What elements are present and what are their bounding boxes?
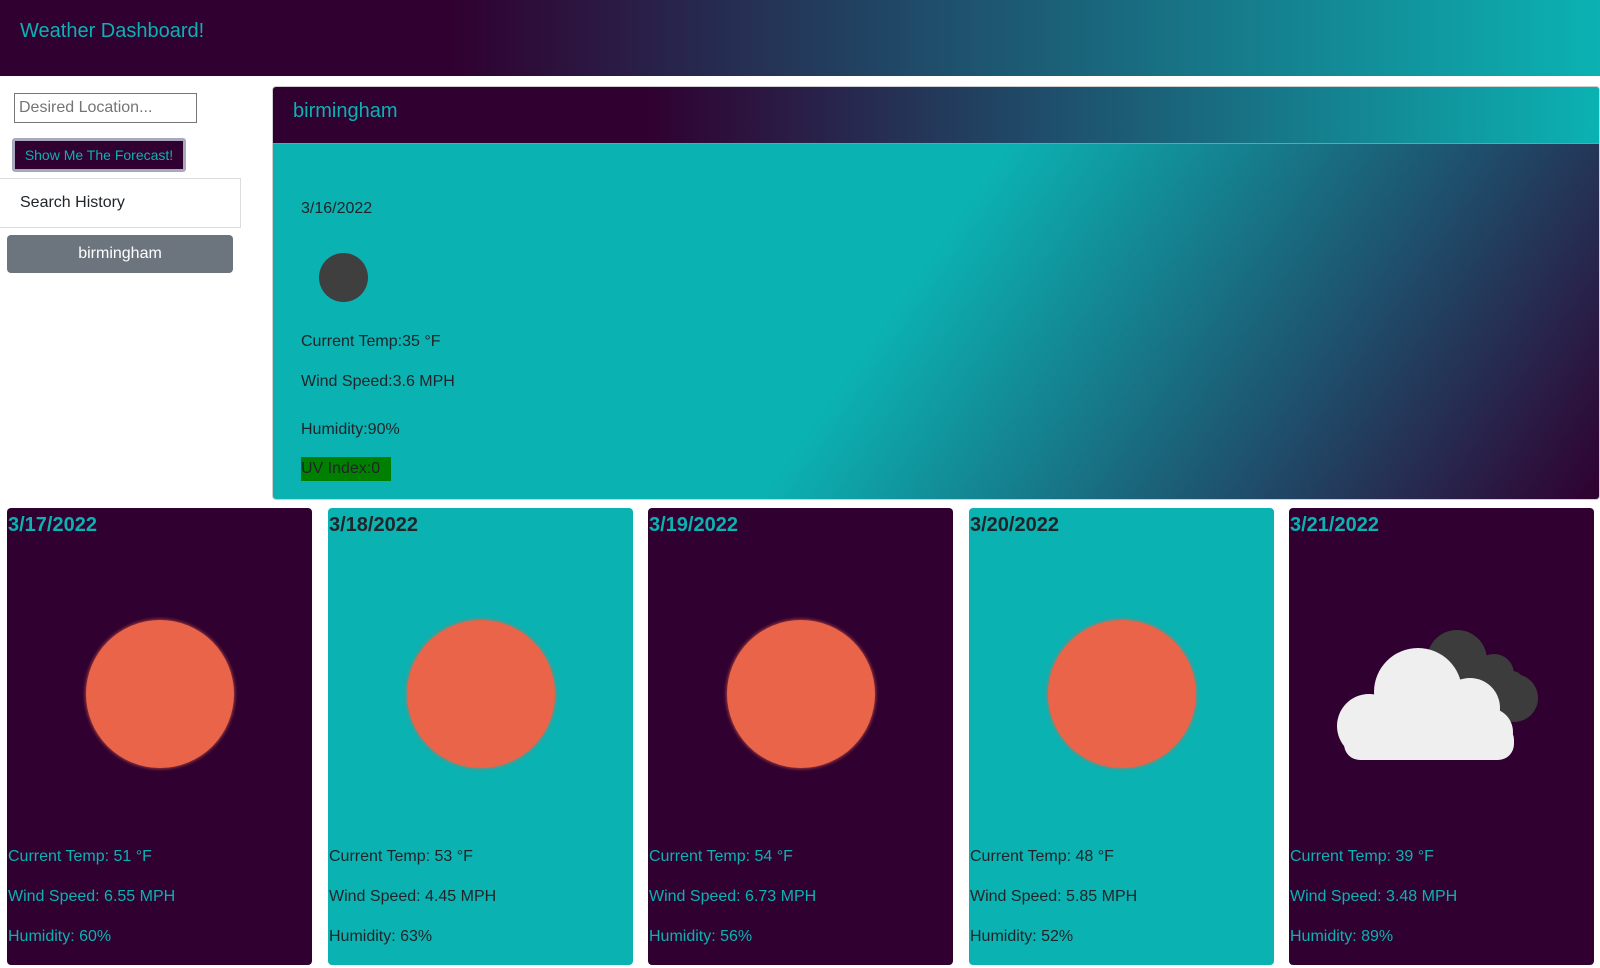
sun-icon: [407, 620, 555, 768]
search-history-panel: Search History: [0, 178, 241, 228]
forecast-humidity: Humidity: 60%: [8, 928, 112, 945]
forecast-humidity: Humidity: 89%: [1290, 928, 1394, 945]
forecast-date: 3/20/2022: [970, 514, 1059, 536]
app-title: Weather Dashboard!: [20, 20, 205, 42]
sun-icon: [727, 620, 875, 768]
forecast-wind: Wind Speed: 6.55 MPH: [8, 888, 176, 905]
current-humidity: Humidity:90%: [301, 421, 400, 438]
forecast-temp: Current Temp: 54 °F: [649, 848, 793, 865]
current-date: 3/16/2022: [301, 200, 373, 217]
forecast-date: 3/17/2022: [8, 514, 97, 536]
forecast-date: 3/21/2022: [1290, 514, 1379, 536]
forecast-temp: Current Temp: 51 °F: [8, 848, 152, 865]
search-history-title: Search History: [20, 194, 125, 211]
current-wind: Wind Speed:3.6 MPH: [301, 373, 455, 390]
forecast-wind: Wind Speed: 6.73 MPH: [649, 888, 817, 905]
forecast-temp: Current Temp: 39 °F: [1290, 848, 1434, 865]
history-item-birmingham[interactable]: birmingham: [7, 235, 233, 273]
location-search-input[interactable]: [14, 93, 197, 123]
current-weather-card: birmingham 3/16/2022 Current Temp:35 °F …: [272, 86, 1600, 500]
show-forecast-button[interactable]: Show Me The Forecast!: [12, 138, 186, 172]
forecast-card-day-3: 3/19/2022 Current Temp: 54 °F Wind Speed…: [648, 508, 953, 965]
forecast-wind: Wind Speed: 5.85 MPH: [970, 888, 1138, 905]
forecast-date: 3/18/2022: [329, 514, 418, 536]
forecast-humidity: Humidity: 52%: [970, 928, 1074, 945]
forecast-temp: Current Temp: 48 °F: [970, 848, 1114, 865]
forecast-card-day-1: 3/17/2022 Current Temp: 51 °F Wind Speed…: [7, 508, 312, 965]
uv-index-badge: UV Index:0: [301, 457, 391, 481]
moon-icon: [319, 253, 368, 302]
forecast-humidity: Humidity: 56%: [649, 928, 753, 945]
forecast-wind: Wind Speed: 4.45 MPH: [329, 888, 497, 905]
sun-icon: [86, 620, 234, 768]
city-name: birmingham: [293, 100, 398, 122]
forecast-card-day-2: 3/18/2022 Current Temp: 53 °F Wind Speed…: [328, 508, 633, 965]
forecast-card-day-4: 3/20/2022 Current Temp: 48 °F Wind Speed…: [969, 508, 1274, 965]
current-temp: Current Temp:35 °F: [301, 333, 441, 350]
app-header: Weather Dashboard!: [0, 0, 1600, 76]
forecast-card-day-5: 3/21/2022 Current Temp: 39 °F Wind Speed…: [1289, 508, 1594, 965]
forecast-humidity: Humidity: 63%: [329, 928, 433, 945]
sun-icon: [1048, 620, 1196, 768]
cloud-icon: [1337, 630, 1538, 760]
forecast-date: 3/19/2022: [649, 514, 738, 536]
forecast-wind: Wind Speed: 3.48 MPH: [1290, 888, 1458, 905]
forecast-temp: Current Temp: 53 °F: [329, 848, 473, 865]
current-weather-header: birmingham: [273, 87, 1599, 144]
